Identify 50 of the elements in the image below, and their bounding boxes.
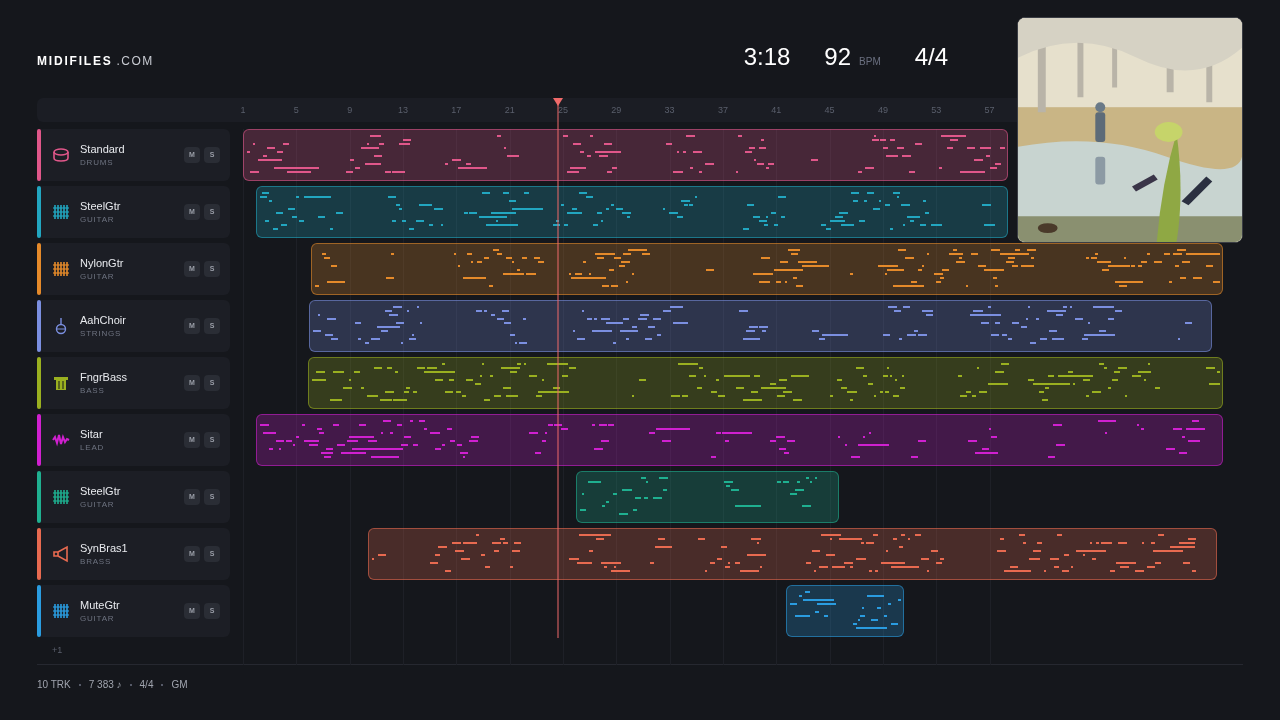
grid-icon [52,602,70,620]
track-category: DRUMS [80,157,115,170]
footer-stat: 4/4 [139,678,154,692]
track-category: GUITAR [80,613,116,626]
tempo-unit: BPM [859,55,881,69]
footer-stat: 7 383 ♪ [88,678,122,692]
footer-stat: GM [171,678,188,692]
track-name: Standard [80,141,126,157]
horn-icon [52,545,70,563]
pillar-icon [52,374,70,392]
track-category: LEAD [80,442,106,455]
drum-icon [52,146,70,164]
track-name: SteelGtr [80,198,122,214]
track-name: FngrBass [80,369,129,385]
bar-number: 45 [824,104,835,117]
bar-number: 5 [293,104,299,117]
footer-stat: 10 TRK [37,678,71,692]
grid-icon [52,203,70,221]
track-name: Sitar [80,426,104,442]
more-tracks-label: +1 [52,643,63,657]
grid-icon [52,260,70,278]
track-category: GUITAR [80,499,116,512]
bar-number: 21 [504,104,515,117]
logo-suffix: .COM [116,53,154,70]
time-display: 3:18 [743,42,791,72]
logo-name: MIDIFILES [37,53,113,70]
track-category: BRASS [80,556,113,569]
bar-number: 37 [717,104,728,117]
track-category: GUITAR [80,271,116,284]
bar-number: 17 [451,104,462,117]
bar-number: 41 [771,104,782,117]
track-name: MuteGtr [80,597,121,613]
bar-number: 9 [347,104,353,117]
bar-number: 13 [398,104,408,117]
track-name: SteelGtr [80,483,122,499]
bar-number: 33 [664,104,675,117]
bar-number: 57 [984,104,995,117]
track-name: NylonGtr [80,255,125,271]
grid-icon [52,488,70,506]
bar-number: 29 [611,104,622,117]
tempo-value: 92 [824,42,852,72]
track-name: SynBras1 [80,540,129,556]
track-category: STRINGS [80,328,123,341]
bar-number: 1 [240,104,246,117]
bar-number: 53 [931,104,942,117]
track-category: BASS [80,385,106,398]
track-name: AahChoir [80,312,127,328]
bar-number: 49 [877,104,888,117]
meter-display: 4/4 [914,42,949,72]
track-category: GUITAR [80,214,116,227]
